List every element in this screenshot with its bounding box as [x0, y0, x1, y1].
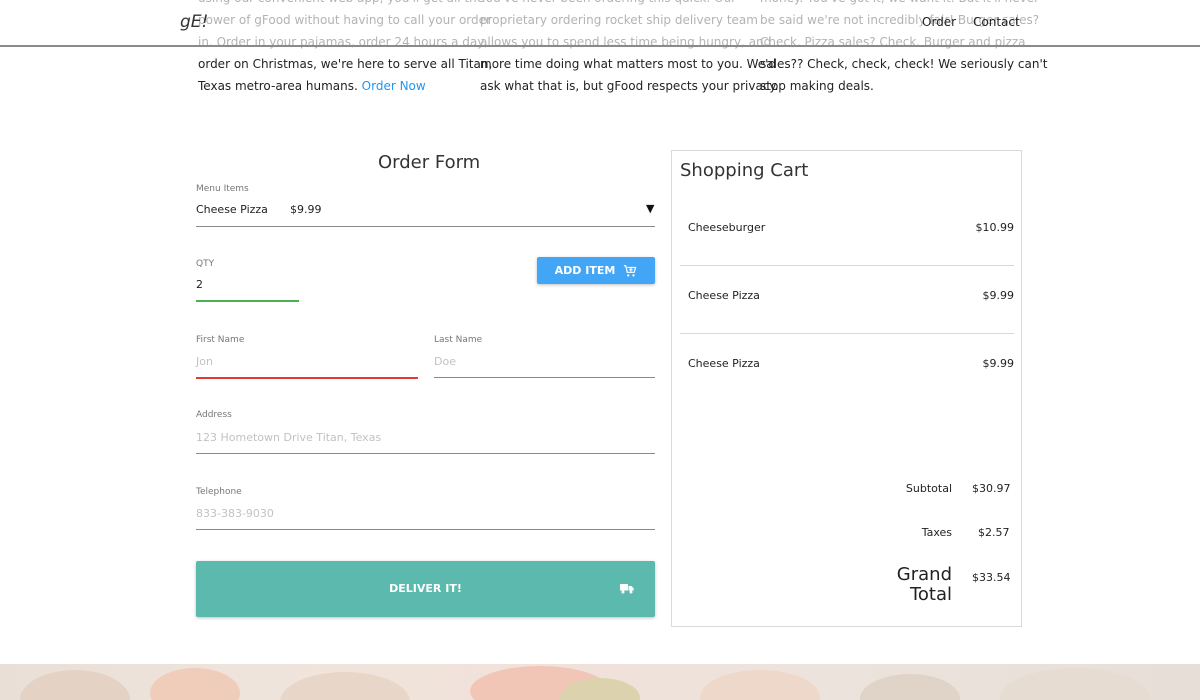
- intro-line: ask what that is, but gFood respects you…: [480, 79, 779, 93]
- food-background-image: [0, 664, 1200, 700]
- grand-total-label-line-2: Total: [909, 584, 952, 605]
- nav-contact[interactable]: Contact: [973, 15, 1020, 29]
- last-name-input[interactable]: Doe: [434, 355, 456, 368]
- intro-line: sales?? Check, check, check! We seriousl…: [760, 57, 1048, 71]
- qty-label: QTY: [196, 259, 215, 269]
- first-name-underline: [196, 377, 418, 379]
- site-header: gE! Order Contact: [0, 0, 1200, 47]
- deliver-button[interactable]: DELIVER IT!: [196, 561, 655, 617]
- order-now-link[interactable]: Order Now: [362, 79, 426, 93]
- subtotal-value: $30.97: [972, 482, 1011, 495]
- add-item-label: ADD ITEM: [554, 264, 616, 277]
- intro-line: stop making deals.: [760, 79, 874, 93]
- cart-item-name: Cheese Pizza: [688, 289, 760, 302]
- address-input[interactable]: 123 Hometown Drive Titan, Texas: [196, 431, 381, 444]
- telephone-label: Telephone: [196, 487, 242, 497]
- grand-total-label-line-1: Grand: [896, 564, 952, 585]
- intro-text: Texas metro-area humans.: [198, 79, 358, 93]
- telephone-input[interactable]: 833-383-9030: [196, 507, 274, 520]
- taxes-value: $2.57: [978, 526, 1010, 539]
- last-name-underline: [434, 377, 655, 378]
- cart-divider: [680, 333, 1014, 334]
- menu-item-selected-price: $9.99: [290, 203, 322, 216]
- site-logo[interactable]: gE!: [180, 12, 208, 32]
- first-name-label: First Name: [196, 335, 245, 345]
- truck-icon: [620, 584, 634, 594]
- add-to-cart-icon: [624, 264, 637, 277]
- qty-input[interactable]: 2: [196, 278, 203, 291]
- grand-total-value: $33.54: [972, 571, 1011, 584]
- menu-items-label: Menu Items: [196, 184, 249, 194]
- intro-line: order on Christmas, we're here to serve …: [198, 57, 493, 71]
- address-label: Address: [196, 410, 232, 420]
- cart-item-price: $9.99: [982, 357, 1015, 370]
- taxes-label: Taxes: [921, 526, 952, 539]
- shopping-cart: Shopping Cart Cheeseburger $10.99 Cheese…: [671, 150, 1022, 627]
- cart-item-name: Cheese Pizza: [688, 357, 760, 370]
- menu-item-selected-name: Cheese Pizza: [196, 203, 268, 216]
- grand-total-label: Grand Total: [872, 565, 952, 605]
- address-underline: [196, 453, 655, 454]
- first-name-input[interactable]: Jon: [196, 355, 213, 368]
- subtotal-label: Subtotal: [905, 482, 952, 495]
- cart-divider: [680, 265, 1014, 266]
- add-item-button[interactable]: ADD ITEM: [537, 257, 655, 284]
- shopping-cart-title: Shopping Cart: [680, 160, 809, 181]
- qty-underline: [196, 300, 299, 302]
- menu-items-underline: [196, 226, 655, 227]
- deliver-label: DELIVER IT!: [389, 582, 462, 595]
- intro-line: more time doing what matters most to you…: [480, 57, 777, 71]
- dropdown-arrow-icon[interactable]: ▼: [646, 202, 654, 215]
- order-form-title: Order Form: [378, 152, 481, 173]
- cart-item-price: $9.99: [982, 289, 1015, 302]
- cart-item-price: $10.99: [975, 221, 1015, 234]
- telephone-underline: [196, 529, 655, 530]
- cart-item-name: Cheeseburger: [688, 221, 766, 234]
- nav-order[interactable]: Order: [922, 15, 956, 29]
- last-name-label: Last Name: [434, 335, 483, 345]
- intro-line-last: Texas metro-area humans. Order Now: [198, 75, 463, 97]
